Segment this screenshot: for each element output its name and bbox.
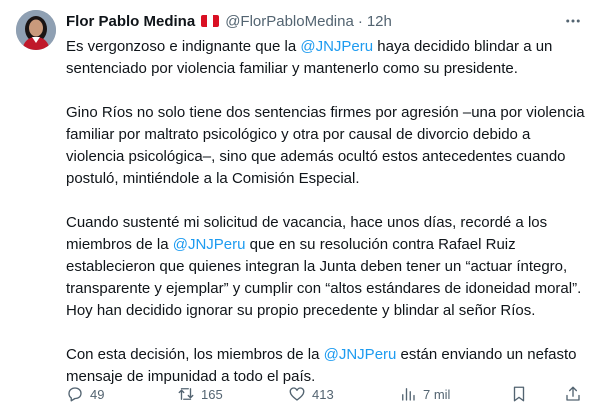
like-icon — [289, 387, 305, 401]
reply-icon — [68, 387, 82, 402]
author-name[interactable]: Flor Pablo Medina — [66, 13, 195, 30]
bookmark-button[interactable] — [510, 384, 546, 404]
paragraph-2: Gino Ríos no solo tiene dos sentencias f… — [66, 104, 585, 187]
paragraph-1: Es vergonzoso e indignante que la @JNJPe… — [66, 38, 553, 77]
views-button[interactable]: 7 mil — [399, 384, 510, 404]
author-handle[interactable]: @FlorPabloMedina — [225, 13, 354, 30]
paragraph-4: Con esta decisión, los miembros de la @J… — [66, 346, 577, 385]
share-icon — [566, 386, 580, 401]
views-icon — [402, 388, 415, 401]
retweet-count: 165 — [201, 386, 223, 402]
tweet-content: Flor Pablo Medina @FlorPabloMedina · 12h… — [66, 10, 586, 388]
reply-button[interactable]: 49 — [66, 384, 177, 404]
paragraph-3: Cuando sustenté mi solicitud de vacancia… — [66, 214, 582, 319]
like-count: 413 — [312, 386, 334, 402]
mention-link[interactable]: @JNJPeru — [173, 236, 246, 253]
mention-link[interactable]: @JNJPeru — [300, 38, 373, 55]
reply-count: 49 — [90, 386, 105, 402]
share-button[interactable] — [546, 384, 582, 404]
views-count: 7 mil — [423, 386, 451, 402]
peru-flag — [201, 15, 220, 27]
timestamp[interactable]: 12h — [367, 13, 392, 30]
tweet[interactable]: Flor Pablo Medina @FlorPabloMedina · 12h… — [0, 0, 598, 418]
mention-link[interactable]: @JNJPeru — [324, 346, 397, 363]
tweet-header: Flor Pablo Medina @FlorPabloMedina · 12h — [66, 10, 586, 32]
retweet-icon — [178, 388, 194, 400]
more-icon[interactable] — [560, 8, 586, 34]
bookmark-icon — [513, 386, 525, 402]
action-bar: 49 165 413 7 mil — [66, 384, 582, 404]
tweet-text: Es vergonzoso e indignante que la @JNJPe… — [66, 36, 586, 388]
retweet-button[interactable]: 165 — [177, 384, 288, 404]
like-button[interactable]: 413 — [288, 384, 399, 404]
separator-dot: · — [357, 12, 363, 30]
avatar[interactable] — [16, 10, 56, 50]
